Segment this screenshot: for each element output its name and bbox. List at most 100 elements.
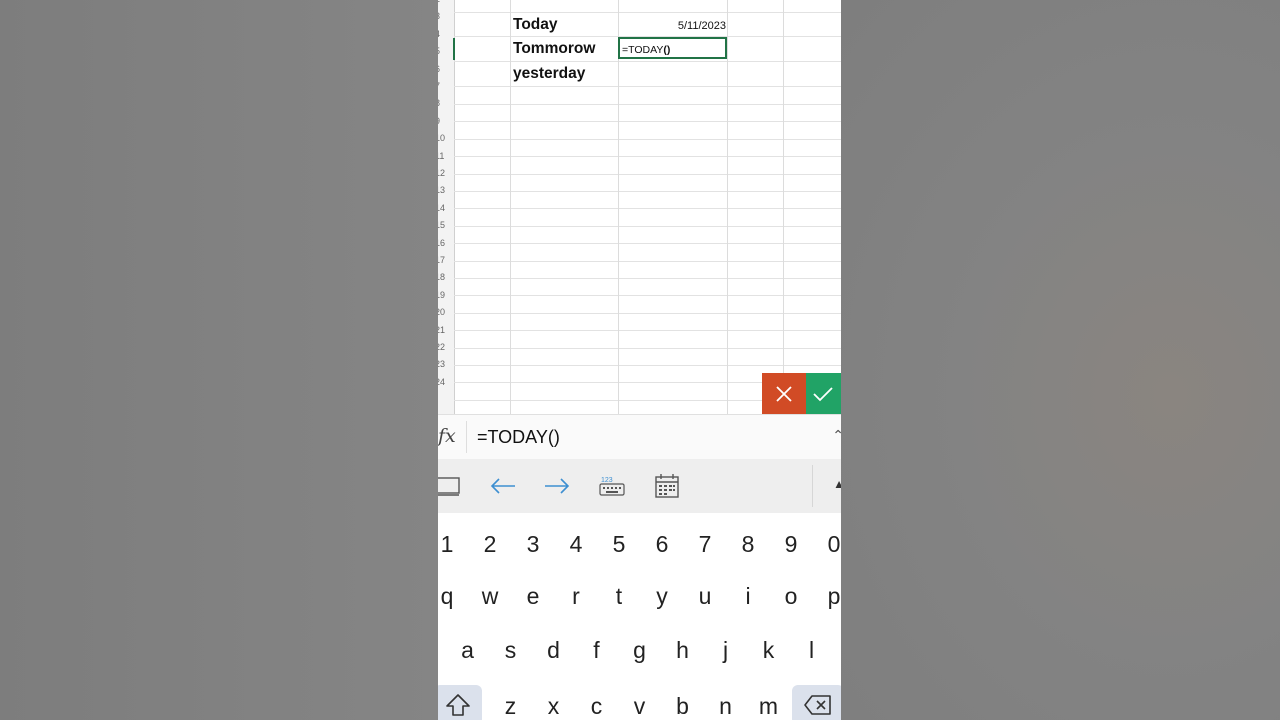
key-o[interactable]: o xyxy=(771,583,811,610)
active-cell[interactable]: =TODAY() xyxy=(618,37,727,59)
row-number[interactable]: 12 xyxy=(438,168,451,178)
key-n[interactable]: n xyxy=(706,693,746,720)
key-3[interactable]: 3 xyxy=(513,531,553,558)
row-number[interactable]: 9 xyxy=(438,116,451,126)
key-z[interactable]: z xyxy=(491,693,531,720)
numeric-keyboard-icon: 123 xyxy=(599,477,625,496)
sheet-icon xyxy=(438,477,460,496)
left-background xyxy=(0,0,438,720)
key-s[interactable]: s xyxy=(491,637,531,664)
key-j[interactable]: j xyxy=(706,637,746,664)
formula-bar: fx =TODAY() ⌃ xyxy=(438,414,841,460)
row-number[interactable]: 13 xyxy=(438,185,451,195)
key-x[interactable]: x xyxy=(534,693,574,720)
key-r[interactable]: r xyxy=(556,583,596,610)
caret-up-icon[interactable]: ▲ xyxy=(833,477,841,491)
on-screen-keyboard: 1234567890 qwertyuiop asdfghjkl zxcvbnm xyxy=(438,513,841,720)
calendar-icon xyxy=(655,474,679,498)
key-7[interactable]: 7 xyxy=(685,531,725,558)
row-number[interactable]: 24 xyxy=(438,377,451,387)
move-left-button[interactable] xyxy=(488,471,518,501)
calendar-button[interactable] xyxy=(652,471,682,501)
row-number[interactable]: 2 xyxy=(438,0,451,4)
column-divider xyxy=(783,0,784,414)
key-e[interactable]: e xyxy=(513,583,553,610)
key-d[interactable]: d xyxy=(534,637,574,664)
row-number[interactable]: 19 xyxy=(438,290,451,300)
key-p[interactable]: p xyxy=(814,583,841,610)
shift-key[interactable] xyxy=(438,685,482,720)
key-t[interactable]: t xyxy=(599,583,639,610)
key-h[interactable]: h xyxy=(663,637,703,664)
key-9[interactable]: 9 xyxy=(771,531,811,558)
row-number[interactable]: 11 xyxy=(438,151,451,161)
key-1[interactable]: 1 xyxy=(438,531,467,558)
row-number[interactable]: 16 xyxy=(438,238,451,248)
key-l[interactable]: l xyxy=(792,637,832,664)
key-4[interactable]: 4 xyxy=(556,531,596,558)
spreadsheet-grid[interactable]: 23456789101112131415161718192021222324 T… xyxy=(438,0,841,414)
right-background xyxy=(841,0,1280,720)
active-row-indicator xyxy=(453,38,455,60)
key-c[interactable]: c xyxy=(577,693,617,720)
row-number[interactable]: 15 xyxy=(438,220,451,230)
row-number[interactable]: 8 xyxy=(438,98,451,108)
row-number[interactable]: 22 xyxy=(438,342,451,352)
key-w[interactable]: w xyxy=(470,583,510,610)
row-number[interactable]: 4 xyxy=(438,29,451,39)
fx-icon: fx xyxy=(438,425,456,447)
key-v[interactable]: v xyxy=(620,693,660,720)
key-8[interactable]: 8 xyxy=(728,531,768,558)
formula-bar-divider xyxy=(466,421,467,453)
key-i[interactable]: i xyxy=(728,583,768,610)
column-divider xyxy=(510,0,511,414)
key-m[interactable]: m xyxy=(749,693,789,720)
cell-today-value[interactable]: 5/11/2023 xyxy=(620,20,726,32)
row-number[interactable]: 3 xyxy=(438,11,451,21)
row-number[interactable]: 17 xyxy=(438,255,451,265)
key-0[interactable]: 0 xyxy=(814,531,841,558)
phone-screen: 23456789101112131415161718192021222324 T… xyxy=(438,0,841,720)
move-right-button[interactable] xyxy=(542,471,572,501)
row-number[interactable]: 18 xyxy=(438,272,451,282)
row-number[interactable]: 5 xyxy=(438,46,451,56)
keyboard-toolbar: 123 ▲ xyxy=(438,459,841,514)
key-k[interactable]: k xyxy=(749,637,789,664)
row-number[interactable]: 23 xyxy=(438,359,451,369)
check-icon xyxy=(813,387,833,402)
formula-input[interactable]: =TODAY() xyxy=(477,427,560,448)
row-header-column: 23456789101112131415161718192021222324 xyxy=(438,0,455,414)
key-6[interactable]: 6 xyxy=(642,531,682,558)
key-g[interactable]: g xyxy=(620,637,660,664)
row-number[interactable]: 20 xyxy=(438,307,451,317)
row-number[interactable]: 7 xyxy=(438,81,451,91)
column-divider xyxy=(727,0,728,414)
cell-today-label[interactable]: Today xyxy=(513,16,558,34)
cell-tomorrow-label[interactable]: Tommorow xyxy=(513,40,595,58)
numeric-keyboard-button[interactable]: 123 xyxy=(598,471,626,501)
cancel-entry-button[interactable] xyxy=(762,373,806,414)
key-2[interactable]: 2 xyxy=(470,531,510,558)
key-q[interactable]: q xyxy=(438,583,467,610)
active-cell-parens: () xyxy=(663,44,671,56)
column-divider xyxy=(618,0,619,414)
sheet-toggle-button[interactable] xyxy=(438,471,464,501)
row-number[interactable]: 6 xyxy=(438,64,451,74)
key-b[interactable]: b xyxy=(663,693,703,720)
key-y[interactable]: y xyxy=(642,583,682,610)
backspace-key[interactable] xyxy=(792,685,841,720)
cell-yesterday-label[interactable]: yesterday xyxy=(513,65,585,83)
key-5[interactable]: 5 xyxy=(599,531,639,558)
close-icon xyxy=(776,386,792,402)
backspace-icon xyxy=(804,695,831,715)
key-u[interactable]: u xyxy=(685,583,725,610)
row-number[interactable]: 21 xyxy=(438,325,451,335)
key-f[interactable]: f xyxy=(577,637,617,664)
shift-icon xyxy=(446,694,470,716)
arrow-left-icon xyxy=(490,478,515,494)
accept-entry-button[interactable] xyxy=(806,373,841,414)
chevron-up-icon[interactable]: ⌃ xyxy=(832,427,841,444)
row-number[interactable]: 10 xyxy=(438,133,451,143)
row-number[interactable]: 14 xyxy=(438,203,451,213)
key-a[interactable]: a xyxy=(448,637,488,664)
